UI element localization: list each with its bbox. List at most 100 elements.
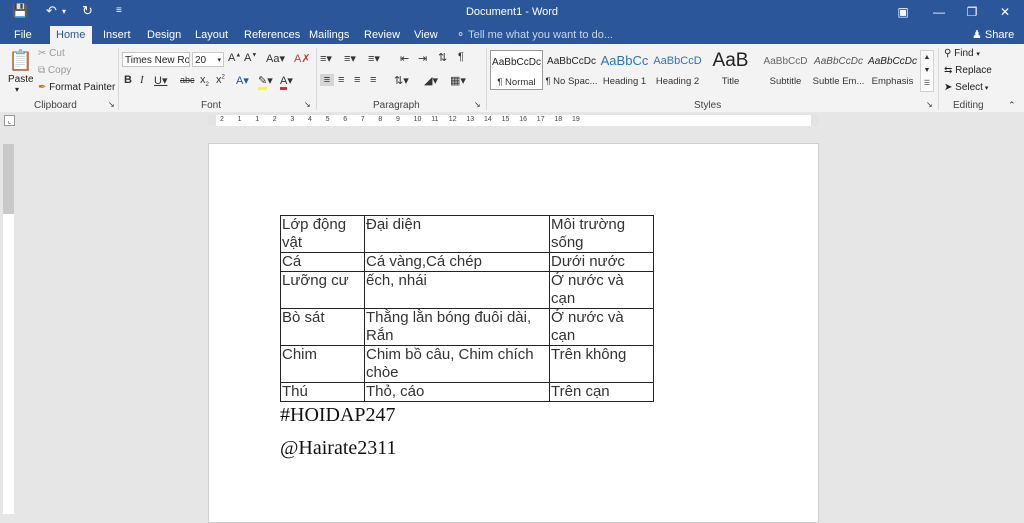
table-cell[interactable]: Dưới nước <box>549 252 654 272</box>
styles-scroll[interactable]: ▲ ▼ ☰ <box>920 50 934 92</box>
align-left-icon[interactable]: ≡ <box>320 74 334 86</box>
change-case-icon[interactable]: Aa▾ <box>266 52 285 65</box>
horizontal-ruler[interactable]: 2 1 1 2 3 4 5 6 7 8 9 10 11 12 13 14 15 16 17 18 19 <box>208 115 819 126</box>
bold-icon[interactable]: B <box>124 74 132 86</box>
justify-icon[interactable]: ≡ <box>370 74 376 86</box>
line-spacing-icon[interactable]: ⇅▾ <box>394 74 409 87</box>
document-table[interactable]: Lớp động vật Đại diện Môi trường sống Cá Cá … <box>280 215 654 402</box>
ruler-number: 4 <box>308 116 312 123</box>
style-emphasis[interactable]: AaBbCcDc Emphasis <box>866 50 919 90</box>
table-cell[interactable]: Thỏ, cáo <box>364 382 550 402</box>
ruler-number: 1 <box>255 116 260 123</box>
tab-design[interactable]: Design <box>141 26 187 44</box>
collapse-ribbon-icon[interactable]: ⌃ <box>1008 100 1016 111</box>
copy-icon: ⧉ <box>38 65 48 76</box>
ribbon-display-icon[interactable]: ▣ <box>888 2 918 22</box>
format-painter-button[interactable]: ✒ Format Painter <box>38 82 115 93</box>
table-cell[interactable]: ếch, nhái <box>364 271 550 309</box>
paste-dropdown-icon[interactable]: ▾ <box>15 85 19 94</box>
font-launcher-icon[interactable]: ↘ <box>304 100 311 109</box>
italic-icon[interactable]: I <box>140 74 144 86</box>
tab-home[interactable]: Home <box>50 26 92 44</box>
table-cell[interactable]: Môi trường sống <box>549 215 654 253</box>
underline-icon[interactable]: U▾ <box>154 74 167 87</box>
style-subtitle[interactable]: AaBbCcD Subtitle <box>759 50 812 90</box>
paragraph-launcher-icon[interactable]: ↘ <box>474 100 481 109</box>
table-cell[interactable]: Trên không <box>549 345 654 383</box>
table-cell[interactable]: Đại diện <box>364 215 550 253</box>
table-cell[interactable]: Lớp động vật <box>280 215 365 253</box>
find-button[interactable]: ⚲ Find ▾ <box>944 48 980 59</box>
table-cell[interactable]: Cá vàng,Cá chép <box>364 252 550 272</box>
tab-file[interactable]: File <box>8 26 38 44</box>
cut-button[interactable]: ✂ Cut <box>38 48 65 59</box>
table-cell[interactable]: Ở nước và cạn <box>549 271 654 309</box>
table-cell[interactable]: Chim bồ câu, Chim chích chòe <box>364 345 550 383</box>
tab-mailings[interactable]: Mailings <box>303 26 355 44</box>
borders-icon[interactable]: ▦▾ <box>450 74 466 87</box>
replace-button[interactable]: ⇆ Replace <box>944 65 992 76</box>
ruler-margin-right <box>811 115 819 126</box>
increase-indent-icon[interactable]: ⇥ <box>418 52 427 65</box>
tab-layout[interactable]: Layout <box>189 26 234 44</box>
style-normal[interactable]: AaBbCcDc ¶ Normal <box>490 50 543 90</box>
table-cell[interactable]: Thú <box>280 382 365 402</box>
font-color-icon[interactable]: A▾ <box>280 74 293 90</box>
clipboard-launcher-icon[interactable]: ↘ <box>108 100 115 109</box>
doc-line-hashtag[interactable]: #HOIDAP247 <box>280 404 396 427</box>
shrink-font-icon[interactable]: A▼ <box>244 52 257 64</box>
paste-button[interactable]: Paste <box>8 74 34 85</box>
table-cell[interactable]: Lưỡng cư <box>280 271 365 309</box>
table-cell[interactable]: Cá <box>280 252 365 272</box>
copy-button[interactable]: ⧉ Copy <box>38 65 71 76</box>
select-button[interactable]: ➤ Select ▾ <box>944 82 988 93</box>
decrease-indent-icon[interactable]: ⇤ <box>400 52 409 65</box>
text-effects-icon[interactable]: A▾ <box>236 74 249 87</box>
tab-review[interactable]: Review <box>358 26 406 44</box>
highlight-icon[interactable]: ✎▾ <box>258 74 273 90</box>
ruler-number: 14 <box>484 116 492 123</box>
style-heading-1[interactable]: AaBbCc Heading 1 <box>598 50 651 90</box>
style-heading-2[interactable]: AaBbCcD Heading 2 <box>651 50 704 90</box>
ruler-number: 3 <box>290 116 295 123</box>
styles-group-label: Styles <box>694 100 722 111</box>
table-row: Chim Chim bồ câu, Chim chích chòe Trên khô… <box>280 345 654 383</box>
pilcrow-icon[interactable]: ¶ <box>458 51 464 63</box>
font-size-combo[interactable]: 20 ▾ <box>192 52 224 67</box>
table-cell[interactable]: Trên cạn <box>549 382 654 402</box>
clear-formatting-icon[interactable]: A✗ <box>294 52 311 65</box>
strikethrough-icon[interactable]: abc <box>180 75 195 85</box>
close-icon[interactable]: ✕ <box>990 2 1020 22</box>
scissors-icon: ✂ <box>38 48 50 59</box>
numbering-icon[interactable]: ≡▾ <box>344 52 356 65</box>
tab-selector[interactable]: ⌞ <box>4 115 15 126</box>
subscript-icon[interactable]: x2 <box>200 74 209 88</box>
minimize-icon[interactable]: — <box>924 2 954 22</box>
sort-icon[interactable]: ⇅ <box>438 51 447 64</box>
style-no-spacing[interactable]: AaBbCcDc ¶ No Spac... <box>545 50 598 90</box>
align-right-icon[interactable]: ≡ <box>354 74 360 86</box>
bullets-icon[interactable]: ≡▾ <box>320 52 332 65</box>
superscript-icon[interactable]: x2 <box>216 74 225 86</box>
table-cell[interactable]: Thằng lằn bóng đuôi dài, Rắn <box>364 308 550 346</box>
multilevel-list-icon[interactable]: ≡▾ <box>368 52 380 65</box>
tab-insert[interactable]: Insert <box>97 26 137 44</box>
share-button[interactable]: ♟ Share <box>972 26 1014 44</box>
doc-line-username[interactable]: @Hairate2311 <box>280 437 397 460</box>
editing-group-label: Editing <box>953 100 984 111</box>
tell-me-box[interactable]: ⚬ Tell me what you want to do... <box>456 26 613 44</box>
grow-font-icon[interactable]: A▲ <box>228 52 241 64</box>
table-cell[interactable]: Chim <box>280 345 365 383</box>
table-cell[interactable]: Bò sát <box>280 308 365 346</box>
shading-icon[interactable]: ◢▾ <box>424 74 438 87</box>
align-center-icon[interactable]: ≡ <box>338 74 344 86</box>
styles-launcher-icon[interactable]: ↘ <box>926 100 933 109</box>
font-name-combo[interactable]: Times New Ro <box>122 52 190 67</box>
table-cell[interactable]: Ở nước và cạn <box>549 308 654 346</box>
restore-icon[interactable]: ❐ <box>957 2 987 22</box>
tab-references[interactable]: References <box>238 26 306 44</box>
tab-view[interactable]: View <box>408 26 444 44</box>
style-title[interactable]: AaB Title <box>704 50 757 90</box>
style-subtle-emphasis[interactable]: AaBbCcDc Subtle Em... <box>812 50 865 90</box>
paste-icon[interactable]: 📋 <box>8 48 33 72</box>
